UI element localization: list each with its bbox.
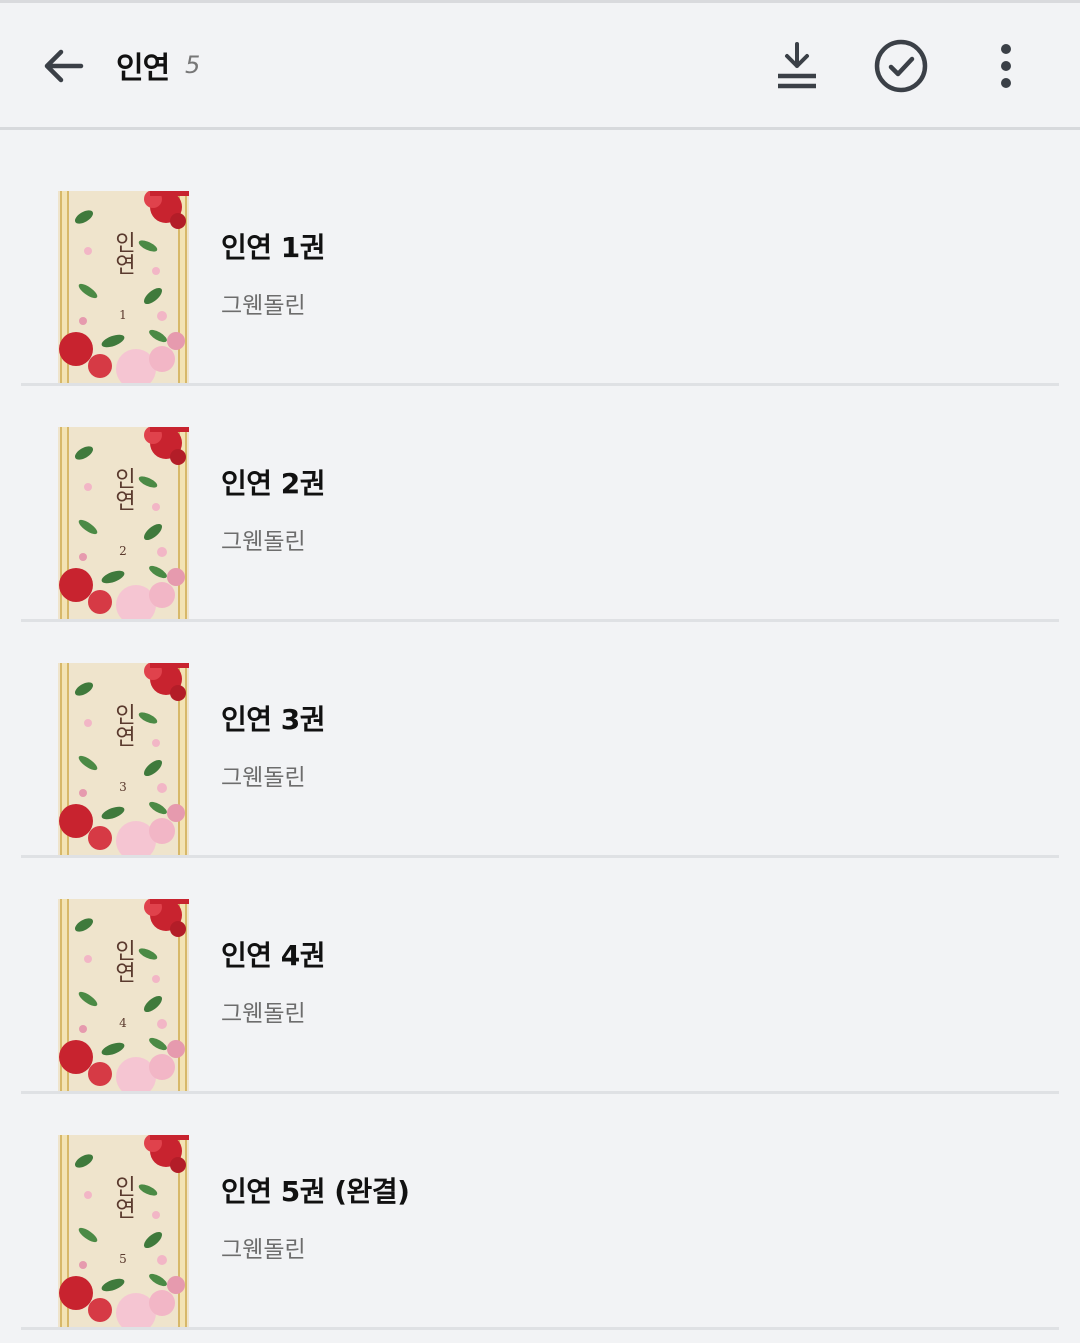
book-title: 인연 2권 (221, 467, 326, 500)
back-button[interactable] (30, 33, 96, 99)
select-button[interactable] (868, 33, 934, 99)
book-author: 그웬돌린 (221, 1001, 306, 1027)
arrow-left-icon (44, 49, 84, 83)
book-title: 인연 5권 (완결) (221, 1175, 410, 1208)
cover-title: 인연 (111, 703, 136, 747)
book-list-item[interactable]: 인연 3 인연 3권 그웬돌린 (0, 602, 1080, 858)
cover-volume: 3 (119, 780, 127, 794)
more-options-button[interactable] (973, 33, 1039, 99)
volume-count: 5 (185, 51, 201, 79)
book-author: 그웬돌린 (221, 1237, 306, 1263)
book-cover: 인연 5 (58, 1135, 189, 1328)
download-button[interactable] (764, 33, 830, 99)
list-divider (21, 1327, 1059, 1330)
book-list: 인연 1 인연 1권 그웬돌린 인연 2 인연 2권 그웬돌린 인연 3 인연 … (0, 130, 1080, 1330)
book-cover: 인연 2 (58, 427, 189, 620)
cover-title: 인연 (111, 467, 136, 511)
cover-title: 인연 (111, 1175, 136, 1219)
book-cover: 인연 3 (58, 663, 189, 856)
book-list-item[interactable]: 인연 4 인연 4권 그웬돌린 (0, 838, 1080, 1094)
book-cover: 인연 4 (58, 899, 189, 1092)
cover-artwork: 인연 1 (58, 191, 189, 384)
cover-volume: 5 (119, 1252, 127, 1266)
book-author: 그웬돌린 (221, 765, 306, 791)
book-list-item[interactable]: 인연 1 인연 1권 그웬돌린 (0, 130, 1080, 386)
book-list-item[interactable]: 인연 2 인연 2권 그웬돌린 (0, 366, 1080, 622)
cover-artwork: 인연 4 (58, 899, 189, 1092)
book-list-item[interactable]: 인연 5 인연 5권 (완결) 그웬돌린 (0, 1074, 1080, 1330)
book-author: 그웬돌린 (221, 293, 306, 319)
book-cover: 인연 1 (58, 191, 189, 384)
more-vertical-icon (1001, 44, 1011, 88)
cover-volume: 2 (119, 544, 127, 558)
cover-artwork: 인연 2 (58, 427, 189, 620)
book-author: 그웬돌린 (221, 529, 306, 555)
cover-volume: 1 (119, 308, 127, 322)
app-bar: 인연 5 (0, 3, 1080, 127)
cover-title: 인연 (111, 231, 136, 275)
download-icon (778, 42, 816, 89)
cover-artwork: 인연 5 (58, 1135, 189, 1328)
cover-title: 인연 (111, 939, 136, 983)
book-title: 인연 1권 (221, 231, 326, 264)
book-title: 인연 4권 (221, 939, 326, 972)
page-title: 인연 (116, 51, 170, 86)
cover-artwork: 인연 3 (58, 663, 189, 856)
check-circle-icon (874, 39, 928, 93)
cover-volume: 4 (119, 1016, 127, 1030)
book-title: 인연 3권 (221, 703, 326, 736)
